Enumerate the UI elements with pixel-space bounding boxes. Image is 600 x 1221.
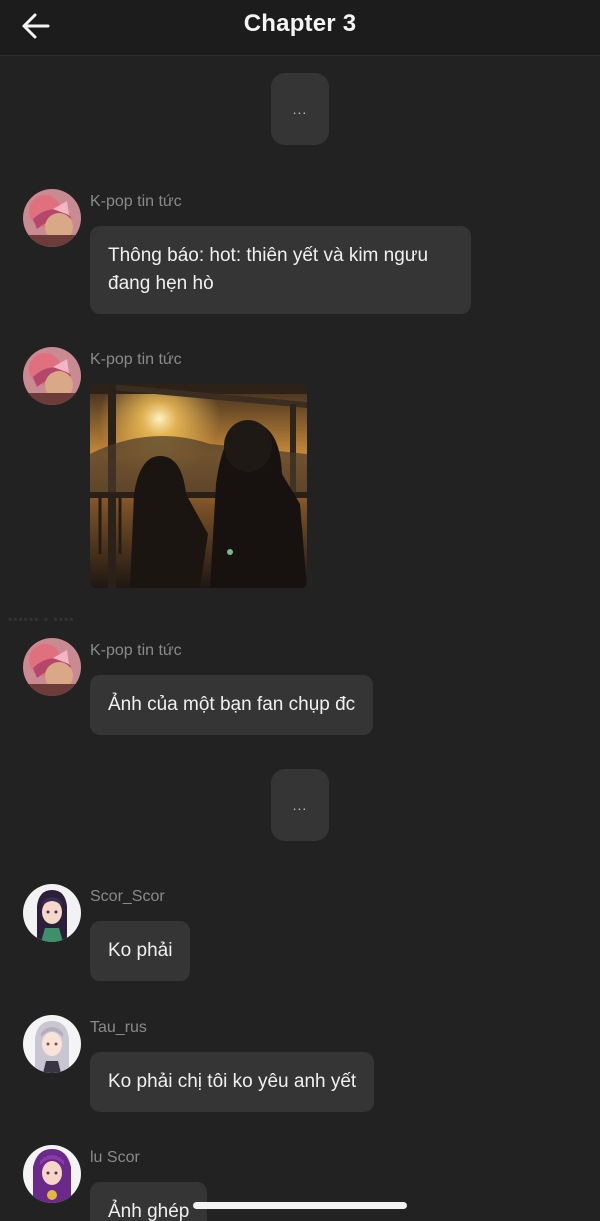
message-bubble: Ảnh ghép — [90, 1182, 208, 1221]
chat-screen: Chapter 3 ... K-pop tin tức Thông báo: h… — [0, 0, 600, 1221]
sender-name: K-pop tin tức — [90, 351, 182, 368]
avatar-image — [23, 638, 81, 696]
avatar-scor-scor[interactable] — [23, 884, 81, 942]
message-bubble: Ko phải chị tôi ko yêu anh yết — [90, 1052, 375, 1112]
avatar-image — [23, 189, 81, 247]
message-bubble: Ảnh của một bạn fan chụp đc — [90, 675, 374, 735]
sender-name: K-pop tin tức — [90, 193, 182, 210]
home-indicator[interactable] — [193, 1202, 407, 1209]
top-bar: Chapter 3 — [0, 0, 600, 56]
sender-name: Tau_rus — [90, 1019, 147, 1036]
sender-name: Scor_Scor — [90, 888, 165, 905]
sender-name: lu Scor — [90, 1149, 140, 1166]
typing-indicator: ... — [271, 73, 329, 145]
avatar-image — [23, 884, 81, 942]
avatar-lu-scor[interactable] — [23, 1145, 81, 1203]
sender-name: K-pop tin tức — [90, 642, 182, 659]
typing-indicator: ... — [271, 769, 329, 841]
avatar-kpop-news[interactable] — [23, 638, 81, 696]
avatar-image — [23, 347, 81, 405]
chapter-title: Chapter 3 — [243, 10, 357, 37]
avatar-kpop-news[interactable] — [23, 189, 81, 247]
avatar-kpop-news[interactable] — [23, 347, 81, 405]
watermark: ▪▪▪▪▪▪ ▪ ▪▪▪▪ — [8, 612, 75, 626]
avatar-image — [23, 1015, 81, 1073]
avatar-image — [23, 1145, 81, 1203]
couple-sunset-photo[interactable] — [90, 384, 307, 588]
photo-image — [90, 384, 307, 588]
avatar-tau-rus[interactable] — [23, 1015, 81, 1073]
message-bubble: Thông báo: hot: thiên yết và kim ngưu đa… — [90, 226, 471, 314]
message-bubble: Ko phải — [90, 921, 191, 981]
